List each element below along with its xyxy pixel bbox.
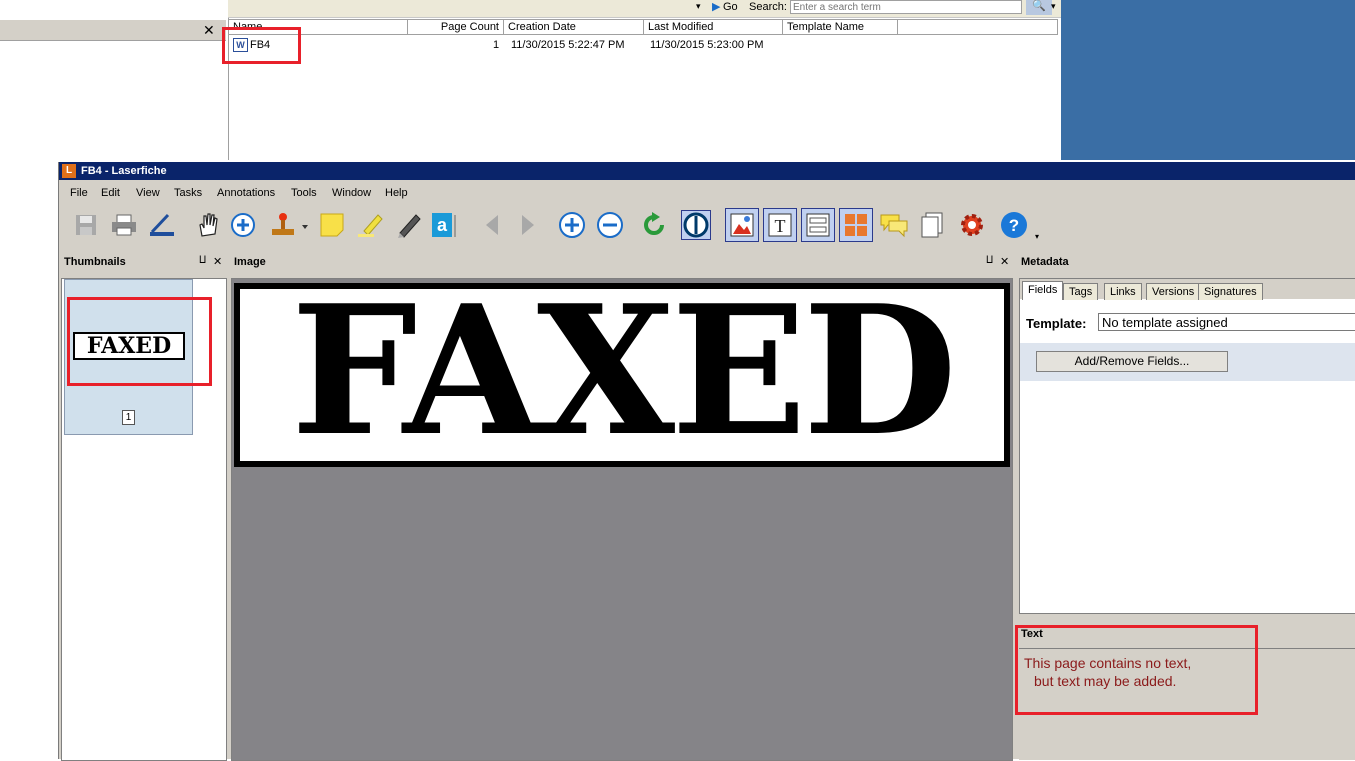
pen-icon[interactable] <box>393 210 423 240</box>
go-button[interactable]: Go <box>723 1 738 13</box>
template-label: Template: <box>1026 316 1087 331</box>
search-icon[interactable]: 🔍 <box>1026 0 1052 15</box>
text-annotation-icon[interactable]: a <box>429 210 459 240</box>
sticky-note-icon[interactable] <box>317 210 347 240</box>
rotate-icon[interactable] <box>639 210 669 240</box>
column-header-last-modified[interactable]: Last Modified <box>644 19 783 35</box>
close-icon[interactable]: ✕ <box>213 255 222 268</box>
close-icon[interactable]: ✕ <box>203 22 215 39</box>
desktop-background <box>1061 0 1355 160</box>
thumbnails-pane-title: Thumbnails <box>64 256 126 268</box>
search-toolbar: ▾ ▶ Go Search: 🔍 ▾ <box>228 0 1061 18</box>
document-pages-icon[interactable] <box>917 210 947 240</box>
close-icon[interactable]: ✕ <box>1000 255 1009 268</box>
scan-icon[interactable] <box>147 210 177 240</box>
fields-view-icon[interactable] <box>801 208 835 242</box>
menu-view[interactable]: View <box>136 187 160 199</box>
tab-tags[interactable]: Tags <box>1063 283 1099 300</box>
metadata-tab-strip: Fields Tags Links Versions Signatures <box>1020 279 1355 300</box>
text-view-icon[interactable]: T <box>763 208 797 242</box>
image-pane-title: Image <box>234 256 266 268</box>
toolbar-overflow-arrow-icon[interactable]: ▾ <box>1035 232 1039 241</box>
toolbar: a T ? ▾ <box>59 206 1355 246</box>
menu-help[interactable]: Help <box>385 187 408 199</box>
window-title: FB4 - Laserfiche <box>81 165 167 177</box>
column-header-creation-date[interactable]: Creation Date <box>504 19 644 35</box>
template-row: Template: No template assigned <box>1020 300 1355 342</box>
thumbnail-page-number: 1 <box>122 410 135 425</box>
highlight-box-thumbnail <box>67 297 212 386</box>
row-page-count: 1 <box>493 39 500 51</box>
svg-text:a: a <box>437 215 448 235</box>
faxed-stamp-image: FAXED <box>234 283 1010 467</box>
add-remove-fields-button[interactable]: Add/Remove Fields... <box>1036 351 1228 372</box>
zoom-out-icon[interactable] <box>595 210 625 240</box>
column-header-page-count[interactable]: Page Count <box>408 19 504 35</box>
zoom-tool-icon[interactable] <box>229 210 259 240</box>
highlighter-icon[interactable] <box>355 210 385 240</box>
highlight-box-text-pane <box>1015 625 1258 715</box>
search-options-arrow-icon[interactable]: ▾ <box>1051 1 1056 12</box>
svg-text:T: T <box>775 216 786 236</box>
go-arrow-icon[interactable]: ▶ <box>712 0 720 13</box>
image-view-icon[interactable] <box>725 208 759 242</box>
metadata-pane-title: Metadata <box>1021 256 1069 268</box>
pan-hand-icon[interactable] <box>193 210 223 240</box>
annotations-comments-icon[interactable] <box>879 210 909 240</box>
menu-bar: File Edit View Tasks Annotations Tools W… <box>59 184 1355 204</box>
tab-signatures[interactable]: Signatures <box>1198 283 1263 300</box>
help-icon[interactable]: ? <box>999 210 1029 240</box>
search-input[interactable] <box>790 0 1022 14</box>
menu-annotations[interactable]: Annotations <box>217 187 275 199</box>
row-last-modified: 11/30/2015 5:23:00 PM <box>650 39 764 51</box>
image-pane[interactable]: FAXED <box>231 278 1013 761</box>
search-label: Search: <box>749 1 787 13</box>
column-header-template-name[interactable]: Template Name <box>783 19 898 35</box>
dropdown-arrow-icon[interactable]: ▾ <box>696 1 701 12</box>
tab-versions[interactable]: Versions <box>1146 283 1201 300</box>
document-window: L FB4 - Laserfiche File Edit View Tasks … <box>58 162 1355 761</box>
highlight-box-document <box>222 27 301 64</box>
menu-edit[interactable]: Edit <box>101 187 120 199</box>
app-logo-icon: L <box>62 164 76 178</box>
zoom-in-icon[interactable] <box>557 210 587 240</box>
fields-action-row: Add/Remove Fields... <box>1020 343 1355 381</box>
save-icon[interactable] <box>71 210 101 240</box>
thumbnails-view-icon[interactable] <box>839 208 873 242</box>
pin-icon[interactable]: ⨿ <box>986 255 993 266</box>
menu-file[interactable]: File <box>70 187 88 199</box>
title-bar: L FB4 - Laserfiche <box>59 162 1355 180</box>
menu-tasks[interactable]: Tasks <box>174 187 202 199</box>
menu-window[interactable]: Window <box>332 187 371 199</box>
folder-tree-header <box>0 20 226 41</box>
settings-gear-icon[interactable] <box>957 210 987 240</box>
metadata-pane: Fields Tags Links Versions Signatures Te… <box>1019 278 1355 614</box>
pin-icon[interactable]: ⨿ <box>199 255 206 266</box>
template-select[interactable]: No template assigned <box>1098 313 1355 331</box>
menu-tools[interactable]: Tools <box>291 187 317 199</box>
row-creation-date: 11/30/2015 5:22:47 PM <box>511 39 625 51</box>
tab-links[interactable]: Links <box>1104 283 1142 300</box>
svg-text:?: ? <box>1009 216 1019 235</box>
previous-page-icon[interactable] <box>477 210 507 240</box>
next-page-icon[interactable] <box>513 210 543 240</box>
print-icon[interactable] <box>109 210 139 240</box>
tab-fields[interactable]: Fields <box>1022 281 1064 300</box>
column-header-spacer <box>898 19 1058 35</box>
table-row[interactable]: W FB4 1 11/30/2015 5:22:47 PM 11/30/2015… <box>229 36 1058 54</box>
ocr-icon[interactable] <box>681 210 711 240</box>
stamp-icon[interactable] <box>267 210 313 240</box>
